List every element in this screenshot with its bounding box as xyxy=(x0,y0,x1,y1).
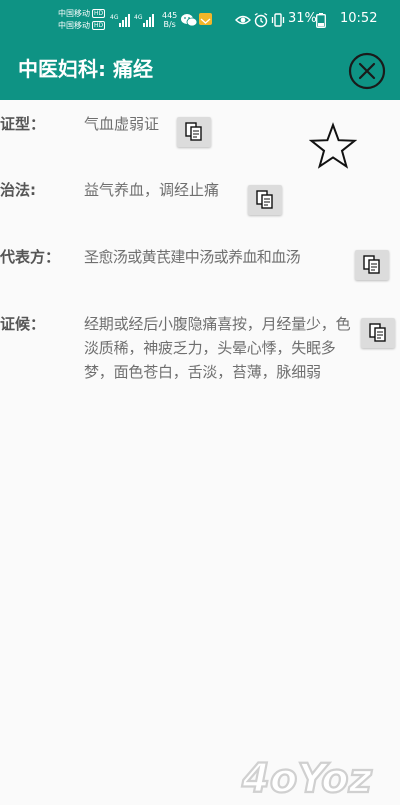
close-button[interactable] xyxy=(348,52,386,90)
value-representative-formula: 圣愈汤或黄芪建中汤或养血和血汤 xyxy=(84,248,301,266)
row-symptoms: 证候： 经期或经后小腹隐痛喜按，月经量少，色淡质稀，神疲乏力，头晕心悸，失眠多梦… xyxy=(0,312,400,412)
wechat-icon xyxy=(181,14,197,27)
alarm-icon xyxy=(254,12,268,28)
message-notification-icon xyxy=(199,13,212,25)
star-icon xyxy=(308,122,358,169)
page-title: 中医妇科: 痛经 xyxy=(18,57,153,81)
label-representative-formula: 代表方： xyxy=(0,248,61,266)
battery-percent: 31% xyxy=(288,11,317,26)
toolbar: 中医妇科: 痛经 xyxy=(0,38,400,100)
copy-button-symptoms[interactable] xyxy=(361,318,395,348)
carrier-1-name: 中国移动 xyxy=(58,9,90,18)
favorite-button[interactable] xyxy=(308,122,358,170)
label-treatment-method: 治法: xyxy=(0,181,36,199)
vibrate-icon xyxy=(271,13,285,27)
hd-badge-2: HD xyxy=(92,21,106,30)
value-symptoms: 经期或经后小腹隐痛喜按，月经量少，色淡质稀，神疲乏力，头晕心悸，失眠多梦，面色苍… xyxy=(84,315,351,381)
status-bar: 中国移动 HD 中国移动 HD 4G 4G 445 B/s 31% 10:52 xyxy=(0,0,400,38)
svg-text:4G: 4G xyxy=(134,14,143,21)
copy-button-syndrome-type[interactable] xyxy=(177,117,211,147)
network-speed-value: 445 xyxy=(162,11,178,20)
network-speed: 445 B/s xyxy=(162,11,177,29)
watermark-logo: 4oYoz xyxy=(240,755,374,802)
copy-button-representative-formula[interactable] xyxy=(355,250,389,280)
copy-icon xyxy=(369,323,386,342)
copy-icon xyxy=(185,122,202,141)
screen: 中国移动 HD 中国移动 HD 4G 4G 445 B/s 31% 10:52 … xyxy=(0,0,400,805)
value-syndrome-type: 气血虚弱证 xyxy=(84,115,160,133)
label-syndrome-type: 证型： xyxy=(0,115,46,133)
carrier-2: 中国移动 HD xyxy=(58,21,106,31)
row-representative-formula: 代表方： 圣愈汤或黄芪建中汤或养血和血汤 xyxy=(0,245,400,285)
row-treatment-method: 治法: 益气养血，调经止痛 xyxy=(0,178,400,218)
carrier-1: 中国移动 HD xyxy=(58,9,106,19)
close-icon xyxy=(348,52,386,90)
copy-icon xyxy=(363,255,380,274)
copy-icon xyxy=(256,190,273,209)
carrier-2-name: 中国移动 xyxy=(58,21,90,30)
watermark-text: 4oYoz xyxy=(241,756,373,802)
signal-strength-icon: 4G xyxy=(110,14,130,27)
value-treatment-method: 益气养血，调经止痛 xyxy=(84,181,220,199)
signal-strength-2-icon: 4G xyxy=(134,14,154,27)
clock: 10:52 xyxy=(340,11,378,26)
network-speed-unit: B/s xyxy=(163,20,176,29)
eye-icon xyxy=(235,15,251,25)
hd-badge-1: HD xyxy=(92,9,106,18)
content-area: 证型： 气血虚弱证 治法: 益气养血，调经止痛 代表方： 圣愈汤或黄芪建中汤或养… xyxy=(0,100,400,805)
copy-button-treatment-method[interactable] xyxy=(248,185,282,215)
battery-icon xyxy=(316,13,326,28)
svg-text:4G: 4G xyxy=(110,14,119,21)
label-symptoms: 证候： xyxy=(0,315,46,333)
